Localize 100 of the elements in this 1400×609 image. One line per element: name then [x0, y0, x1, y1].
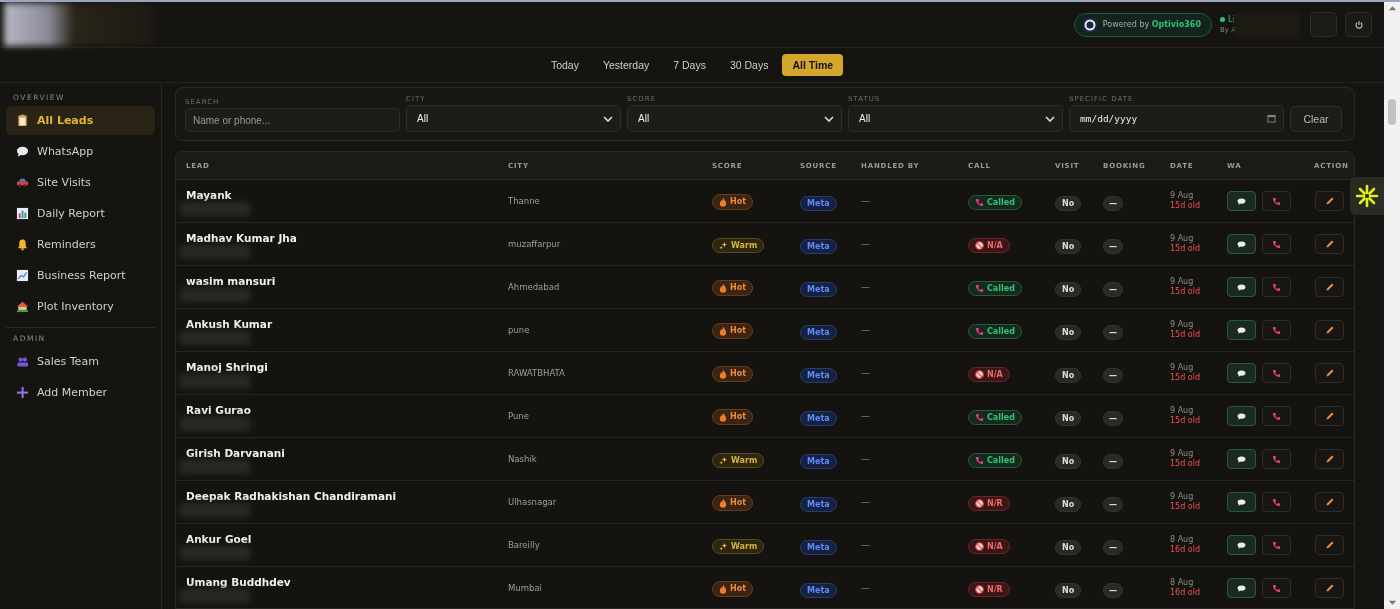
call-button[interactable]	[1262, 578, 1291, 598]
select-field[interactable]: All	[627, 105, 842, 132]
visit-badge: No	[1055, 411, 1082, 426]
score-badge: Hot	[712, 279, 753, 296]
edit-button[interactable]	[1315, 449, 1344, 469]
score-badge: Warm	[712, 452, 765, 468]
search-field[interactable]: Name or phone...	[185, 108, 400, 132]
phone-icon	[1272, 454, 1281, 464]
table-cell-text: Nashik	[508, 454, 538, 464]
call-status-badge: Called	[968, 409, 1022, 425]
call-status-badge: Called	[968, 194, 1022, 210]
message-button[interactable]	[1227, 277, 1256, 297]
plus-icon	[16, 386, 29, 399]
no-entry-icon	[975, 541, 984, 551]
message-button[interactable]	[1227, 191, 1256, 211]
bell-icon	[16, 238, 29, 251]
sidebar-item[interactable]: Sales Team	[6, 347, 155, 376]
table-cell-text: —	[861, 368, 871, 378]
edit-button[interactable]	[1315, 406, 1344, 426]
table-cell-text: —	[861, 454, 871, 464]
up-arrow-icon[interactable]	[1387, 5, 1397, 11]
source-badge: Meta	[800, 282, 837, 297]
sidebar-item[interactable]: Reminders	[6, 230, 155, 259]
message-button[interactable]	[1227, 363, 1256, 383]
edit-button[interactable]	[1315, 363, 1344, 383]
call-button[interactable]	[1262, 320, 1291, 340]
date-text: 9 Aug	[1170, 234, 1195, 244]
message-button[interactable]	[1227, 320, 1256, 340]
date-text: 9 Aug	[1170, 191, 1195, 201]
table-cell-text: Thanne	[508, 196, 541, 206]
power-button[interactable]	[1345, 12, 1372, 37]
sidebar-item[interactable]: Daily Report	[6, 199, 155, 228]
call-button[interactable]	[1262, 535, 1291, 555]
call-button[interactable]	[1262, 191, 1291, 211]
no-entry-icon	[975, 240, 984, 250]
date-range-tab[interactable]: 7 Days	[663, 54, 716, 76]
asterisk-button[interactable]	[1350, 177, 1384, 215]
age-text: 15d old	[1170, 244, 1201, 254]
sidebar-item[interactable]: Site Visits	[6, 168, 155, 197]
sidebar-item[interactable]: Plot Inventory	[6, 292, 155, 321]
edit-button[interactable]	[1315, 191, 1344, 211]
call-status-badge: N/A	[968, 366, 1010, 382]
date-range-tab[interactable]: Today	[540, 54, 589, 76]
lead-name: Ravi Gurao	[186, 404, 251, 416]
edit-button[interactable]	[1315, 535, 1344, 555]
message-button[interactable]	[1227, 449, 1256, 469]
phone-icon	[1272, 540, 1281, 550]
down-arrow-icon[interactable]	[1387, 600, 1397, 606]
date-field[interactable]: mm/dd/yyyy	[1069, 105, 1284, 132]
select-field[interactable]: All	[406, 105, 621, 132]
source-badge: Meta	[800, 454, 837, 469]
date-range-tab[interactable]: Yesterday	[592, 54, 660, 76]
sparkle-icon	[719, 240, 728, 250]
age-text: 15d old	[1170, 373, 1201, 383]
phone-icon	[975, 197, 984, 207]
date-text: 9 Aug	[1170, 277, 1195, 287]
pencil-icon	[1324, 540, 1335, 550]
booking-badge: —	[1103, 325, 1123, 340]
sidebar-item[interactable]: WhatsApp	[6, 137, 155, 166]
score-badge: Hot	[712, 193, 753, 210]
phone-icon	[1272, 325, 1281, 335]
call-status-badge: Called	[968, 452, 1022, 468]
edit-button[interactable]	[1315, 320, 1344, 340]
edit-button[interactable]	[1315, 492, 1344, 512]
call-button[interactable]	[1262, 449, 1291, 469]
phone-icon	[975, 283, 984, 293]
sidebar-item[interactable]: Add Member	[6, 378, 155, 407]
scrollbar[interactable]	[1384, 2, 1400, 609]
table-cell-text: Mumbai	[508, 583, 543, 593]
phone-icon	[1272, 282, 1281, 292]
clear-button[interactable]: Clear	[1290, 106, 1342, 132]
message-button[interactable]	[1227, 492, 1256, 512]
call-button[interactable]	[1262, 406, 1291, 426]
call-button[interactable]	[1262, 277, 1291, 297]
scrollbar-thumb[interactable]	[1388, 99, 1396, 125]
call-button[interactable]	[1262, 234, 1291, 254]
message-button[interactable]	[1227, 578, 1256, 598]
message-button[interactable]	[1227, 406, 1256, 426]
sidebar-item[interactable]: All Leads	[6, 106, 155, 135]
date-text: 9 Aug	[1170, 492, 1195, 502]
message-button[interactable]	[1227, 234, 1256, 254]
message-button[interactable]	[1227, 535, 1256, 555]
select-field[interactable]: All	[848, 105, 1063, 132]
booking-badge: —	[1103, 497, 1123, 512]
date-range-tab[interactable]: 30 Days	[719, 54, 779, 76]
pencil-icon	[1324, 497, 1335, 507]
edit-button[interactable]	[1315, 277, 1344, 297]
date-range-tab[interactable]: All Time	[782, 54, 844, 76]
sidebar-item[interactable]: Business Report	[6, 261, 155, 290]
edit-button[interactable]	[1315, 234, 1344, 254]
pencil-icon	[1324, 196, 1335, 206]
chevron-down-icon	[603, 115, 613, 122]
table-cell-text: —	[861, 239, 871, 249]
edit-button[interactable]	[1315, 578, 1344, 598]
asterisk-icon	[1355, 184, 1379, 208]
call-status-badge: Called	[968, 280, 1022, 296]
pencil-icon	[1324, 454, 1335, 464]
call-button[interactable]	[1262, 363, 1291, 383]
booking-badge: —	[1103, 454, 1123, 469]
call-button[interactable]	[1262, 492, 1291, 512]
